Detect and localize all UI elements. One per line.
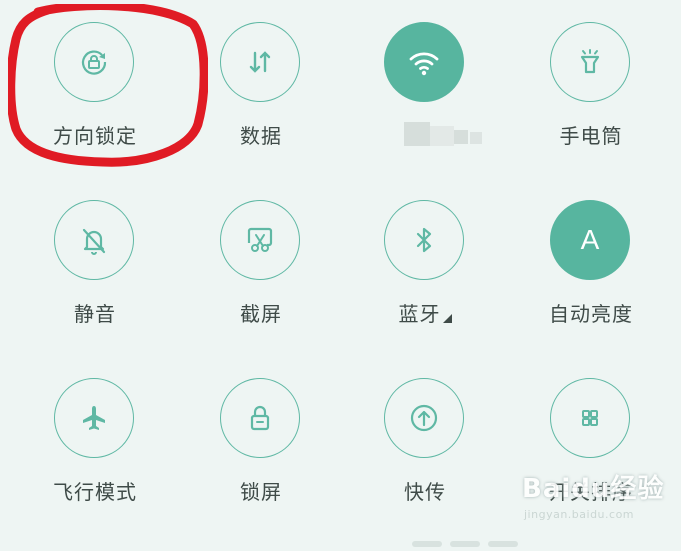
wifi-icon [409,52,439,76]
page-indicator [412,532,526,551]
data-arrows-icon [249,51,271,73]
flashlight-label: 手电筒 [559,124,623,148]
expand-triangle-icon[interactable] [442,314,452,323]
rotation-lock-label: 方向锁定 [53,124,137,148]
screenshot-button[interactable] [220,200,300,280]
quick-share-label: 快传 [404,480,446,504]
rotation-lock-button[interactable] [54,22,134,102]
rotation-lock-icon [81,50,107,75]
wifi-network-label-blurred [404,120,484,148]
tile-silent[interactable]: 静音 [20,200,170,340]
data-label: 数据 [240,124,282,148]
lock-screen-button[interactable] [220,378,300,458]
wifi-button[interactable] [384,22,464,102]
airplane-icon [83,406,105,430]
tile-data[interactable]: 数据 [186,22,336,162]
airplane-label: 飞行模式 [53,480,137,504]
silent-label: 静音 [74,302,116,326]
screenshot-scissors-icon [247,227,273,252]
quick-share-button[interactable] [384,378,464,458]
bluetooth-label: 蓝牙 [398,302,441,326]
tile-screenshot[interactable]: 截屏 [186,200,336,340]
bell-off-icon [82,228,106,255]
auto-brightness-icon: A [580,224,600,255]
quick-share-icon [410,404,438,432]
auto-brightness-label: 自动亮度 [549,302,633,326]
screenshot-label: 截屏 [240,302,282,326]
data-button[interactable] [220,22,300,102]
tile-bluetooth[interactable]: 蓝牙 [350,200,500,340]
quick-settings-panel: 方向锁定 数据 手电筒 静音 截屏 蓝牙 A 自动亮度 飞行模式 锁屏 快传 开… [0,0,681,538]
watermark-sub: jingyan.baidu.com [524,508,635,521]
tile-auto-brightness[interactable]: A 自动亮度 [516,200,666,340]
baidu-watermark: Baidu经验 jingyan.baidu.com [522,468,672,530]
silent-button[interactable] [54,200,134,280]
bluetooth-button[interactable] [384,200,464,280]
tile-airplane[interactable]: 飞行模式 [20,378,170,518]
page-dot [450,541,480,547]
auto-brightness-button[interactable]: A [550,200,630,280]
flashlight-button[interactable] [550,22,630,102]
toggle-order-button[interactable] [550,378,630,458]
tile-lock-screen[interactable]: 锁屏 [186,378,336,518]
lock-icon [250,405,270,431]
tile-flashlight[interactable]: 手电筒 [516,22,666,162]
tile-quick-share[interactable]: 快传 [350,378,500,518]
airplane-button[interactable] [54,378,134,458]
watermark-main: Baidu经验 [522,474,665,504]
grid-icon [582,410,598,426]
flashlight-icon [580,49,600,74]
page-dot [412,541,442,547]
bluetooth-icon [416,227,432,253]
tile-rotation-lock[interactable]: 方向锁定 [20,22,170,162]
lock-screen-label: 锁屏 [240,480,282,504]
page-dot [488,541,518,547]
bluetooth-label-wrap: 蓝牙 [350,298,500,327]
